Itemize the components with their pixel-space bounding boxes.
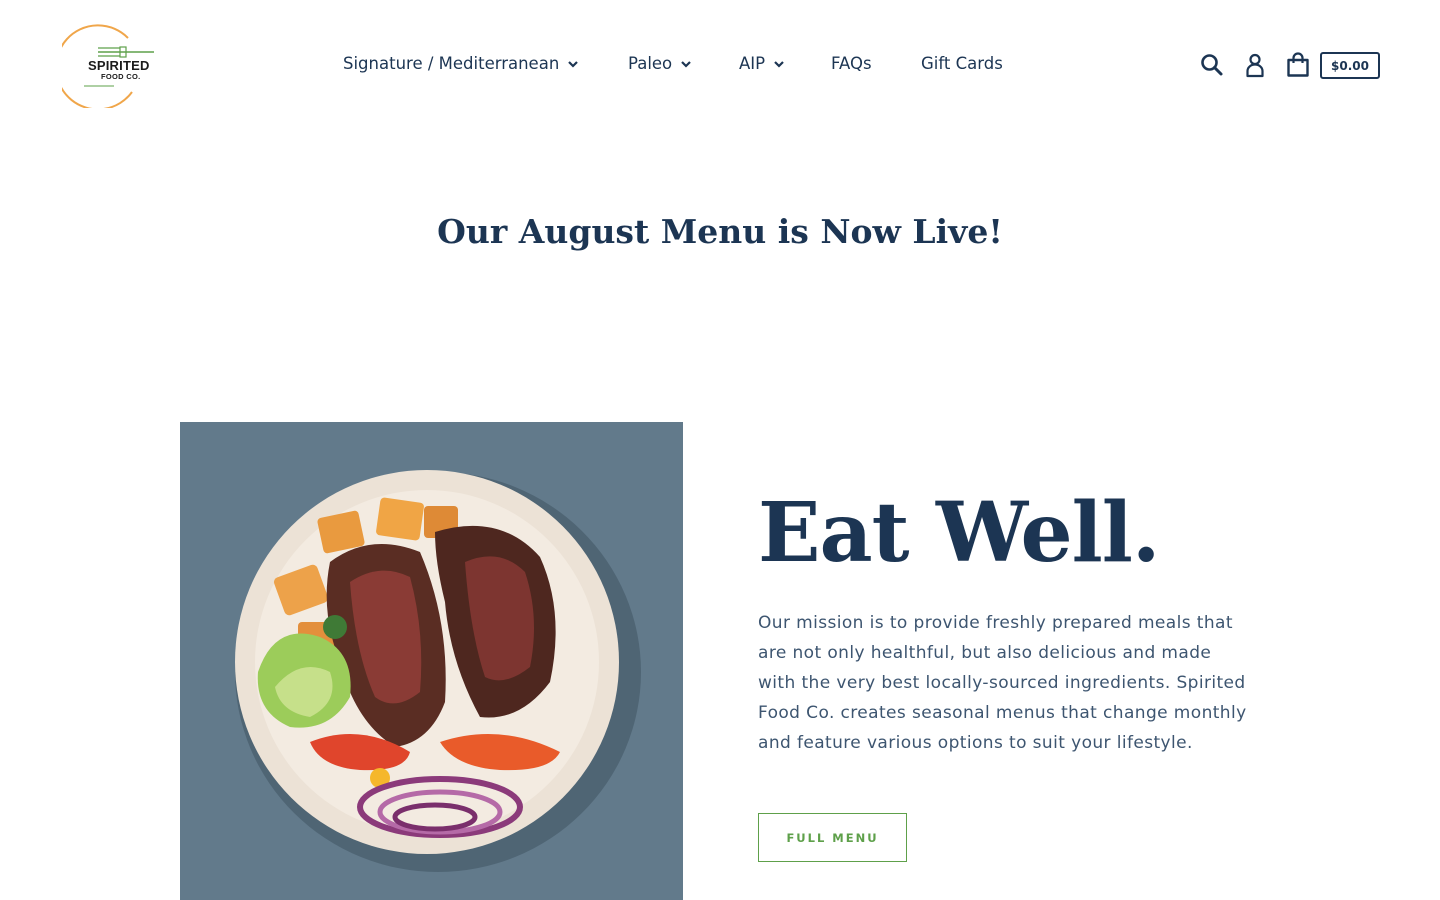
nav-item-aip[interactable]: AIP — [739, 54, 785, 73]
chevron-down-icon — [681, 60, 691, 68]
cart-icon[interactable] — [1285, 52, 1311, 78]
full-menu-button[interactable]: FULL MENU — [758, 813, 907, 862]
nav-item-faqs[interactable]: FAQs — [831, 54, 872, 73]
food-plate-illustration — [235, 470, 641, 872]
feature-title: Eat Well. — [758, 485, 1160, 581]
nav-item-label: Gift Cards — [921, 54, 1003, 73]
plate-of-steak-salad-image — [180, 422, 683, 900]
account-icon[interactable] — [1242, 52, 1268, 78]
nav-item-gift-cards[interactable]: Gift Cards — [921, 54, 1003, 73]
nav-item-label: Paleo — [628, 54, 673, 73]
nav-item-label: FAQs — [831, 54, 872, 73]
logo-subname: FOOD CO. — [101, 72, 141, 81]
cart-total-badge[interactable]: $0.00 — [1320, 52, 1380, 79]
nav-item-signature-mediterranean[interactable]: Signature / Mediterranean — [343, 54, 579, 73]
announcement-heading: Our August Menu is Now Live! — [437, 212, 1003, 251]
chevron-down-icon — [774, 60, 784, 68]
site-header: SPIRITED FOOD CO. Signature / Mediterran… — [0, 0, 1440, 130]
feature-description: Our mission is to provide freshly prepar… — [758, 613, 1247, 753]
search-icon[interactable] — [1199, 52, 1225, 78]
nav-item-paleo[interactable]: Paleo — [628, 54, 692, 73]
logo-name: SPIRITED — [88, 58, 150, 73]
nav-item-label: Signature / Mediterranean — [343, 54, 560, 73]
chevron-down-icon — [568, 60, 579, 68]
nav-item-label: AIP — [739, 54, 766, 73]
